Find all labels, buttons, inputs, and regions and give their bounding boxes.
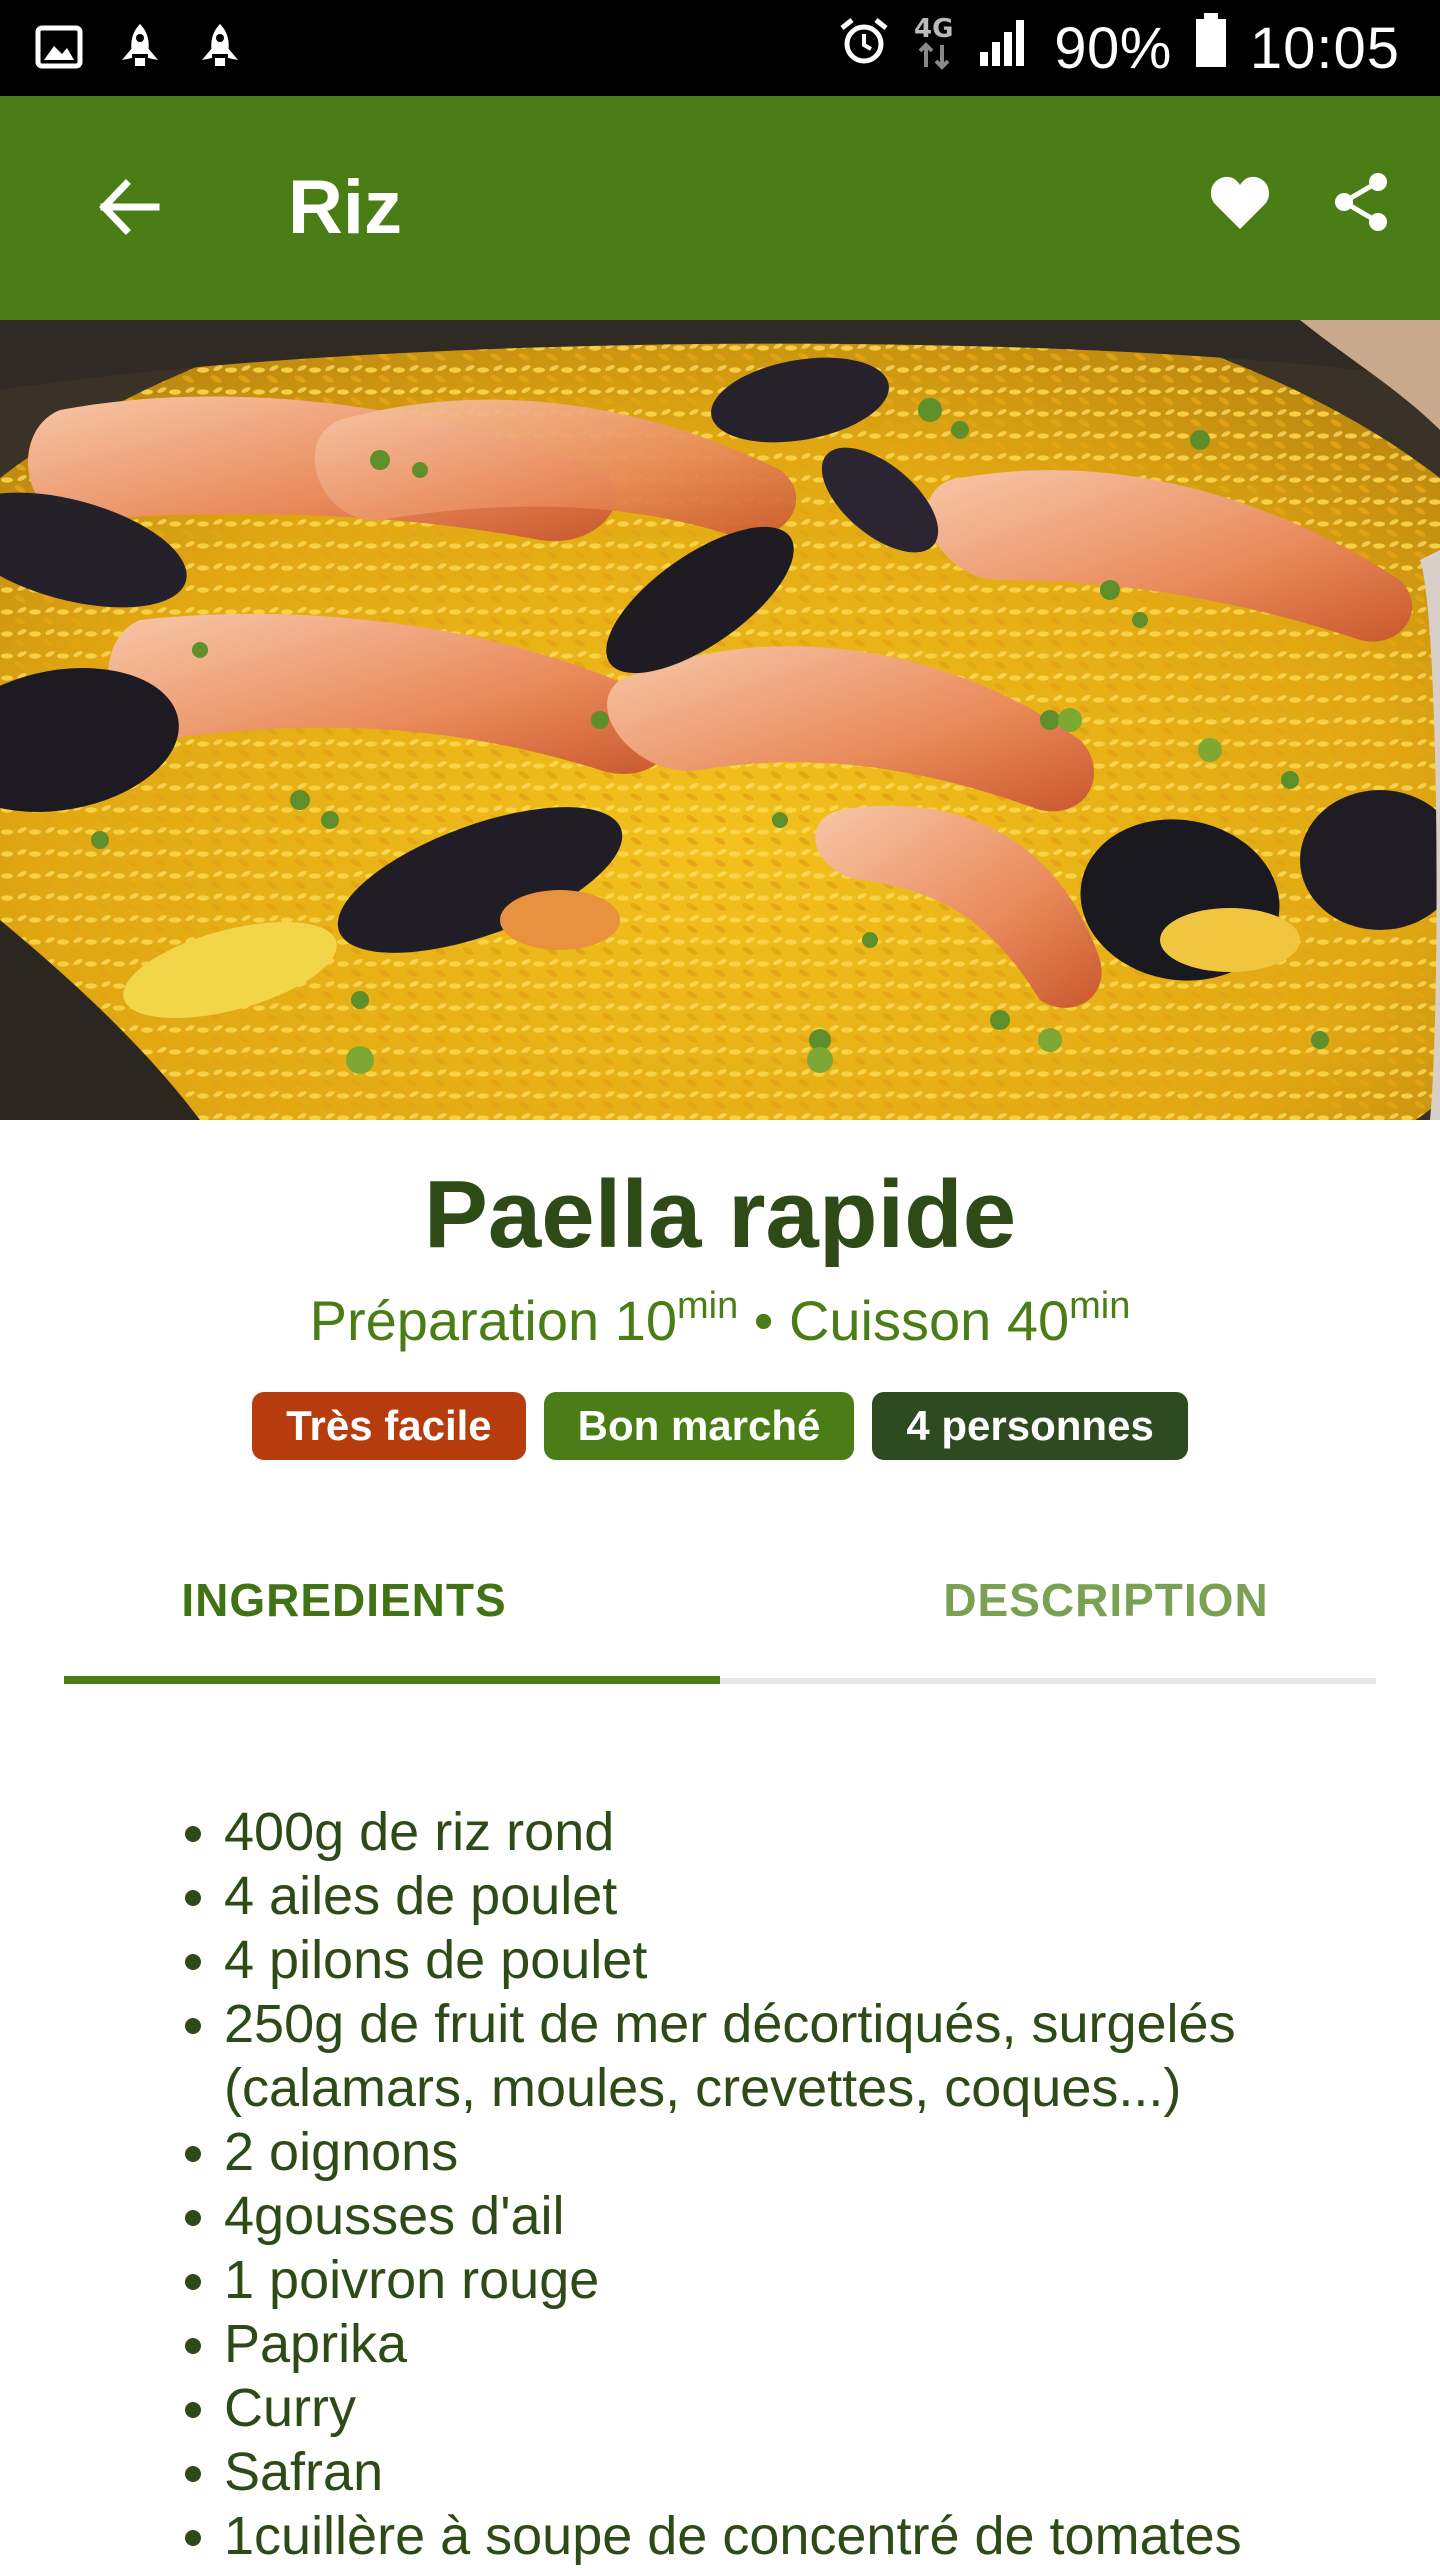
ingredient-item: 4 pilons de poulet (224, 1928, 1404, 1992)
favorite-button[interactable] (1198, 162, 1282, 246)
network-4g-icon: 4G (912, 11, 956, 85)
ingredient-item: Curry (224, 2376, 1404, 2440)
back-arrow-icon (94, 172, 164, 247)
ingredient-item: Safran (224, 2440, 1404, 2504)
ingredient-item: 2 oignons (224, 2120, 1404, 2184)
gallery-icon (34, 22, 84, 77)
prep-unit: min (677, 1285, 739, 1327)
clock: 10:05 (1249, 15, 1400, 81)
alarm-icon (838, 15, 890, 82)
battery-percent: 90% (1054, 15, 1172, 81)
cost-badge: Bon marché (543, 1392, 855, 1460)
app-bar: Riz (0, 96, 1440, 320)
ingredient-item: 4gousses d'ail (224, 2184, 1404, 2248)
status-system: 4G 90% 10:05 (838, 0, 1400, 96)
back-button[interactable] (84, 164, 174, 254)
status-bar: 4G 90% 10:05 (0, 0, 1440, 96)
difficulty-badge: Très facile (252, 1392, 526, 1460)
share-button[interactable] (1320, 162, 1404, 246)
ingredient-item: 1cuillère à soupe de concentré de tomate… (224, 2504, 1404, 2568)
ingredient-item: 400g de riz rond (224, 1800, 1404, 1864)
ingredient-item: Paprika (224, 2312, 1404, 2376)
rocket-icon (196, 22, 244, 77)
times-separator: • (738, 1289, 789, 1352)
signal-icon (978, 14, 1032, 82)
cook-unit: min (1069, 1285, 1131, 1327)
recipe-times: Préparation 10min • Cuisson 40min (0, 1285, 1440, 1353)
ingredients-list: 400g de riz rond 4 ailes de poulet 4 pil… (160, 1800, 1404, 2568)
rocket-icon (116, 22, 164, 77)
heart-icon (1209, 173, 1271, 236)
tab-active-indicator (64, 1676, 720, 1684)
app-bar-title: Riz (288, 165, 402, 250)
share-icon (1332, 171, 1392, 238)
svg-text:4G: 4G (914, 14, 953, 44)
recipe-badges: Très facile Bon marché 4 personnes (0, 1392, 1440, 1460)
recipe-tabs: INGREDIENTS DESCRIPTION (64, 1520, 1376, 1690)
servings-badge: 4 personnes (872, 1392, 1188, 1460)
tab-ingredients[interactable]: INGREDIENTS (16, 1520, 672, 1680)
recipe-photo (0, 320, 1440, 1120)
ingredient-item: 4 ailes de poulet (224, 1864, 1404, 1928)
status-notifications (34, 22, 244, 77)
prep-time: Préparation 10 (309, 1289, 677, 1352)
tab-description[interactable]: DESCRIPTION (788, 1520, 1424, 1680)
recipe-title: Paella rapide (423, 1161, 1017, 1268)
ingredient-item: 250g de fruit de mer décortiqués, surgel… (224, 1992, 1404, 2120)
ingredient-item: 1 poivron rouge (224, 2248, 1404, 2312)
battery-icon (1194, 13, 1228, 83)
cook-time: Cuisson 40 (788, 1289, 1070, 1352)
